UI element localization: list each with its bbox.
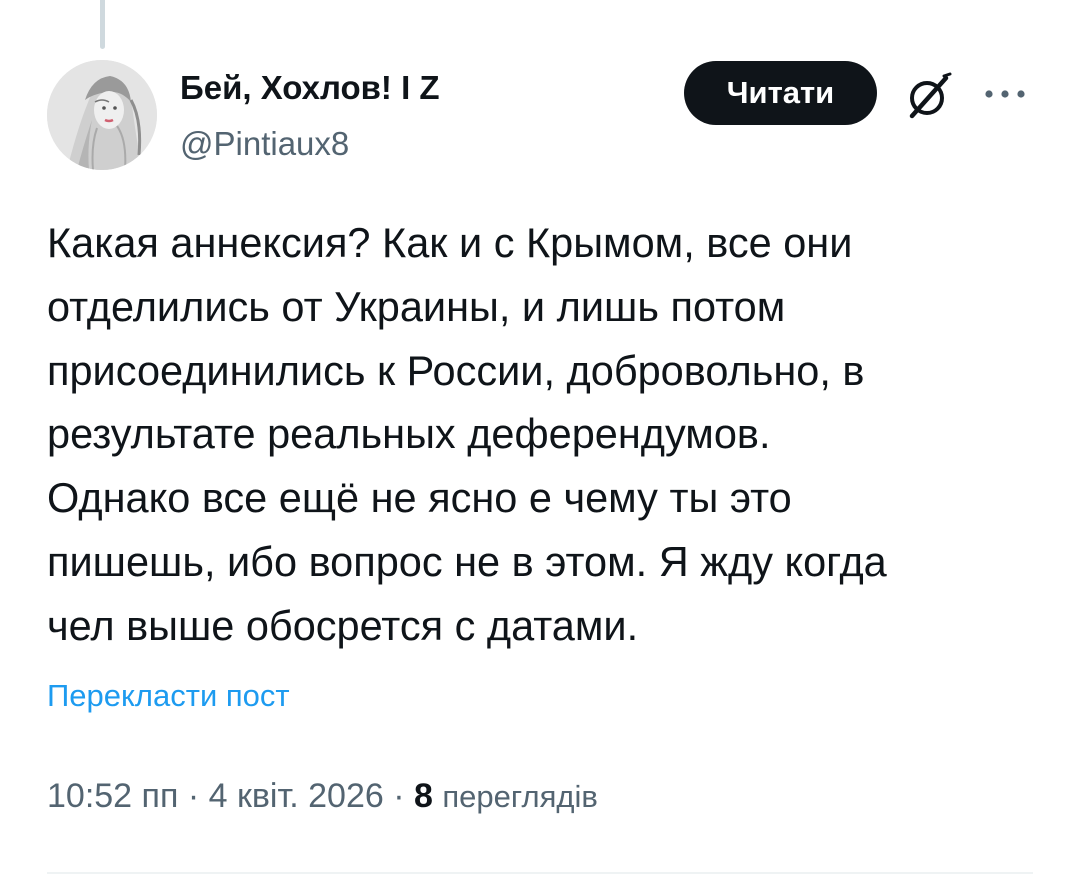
tweet-meta: 10:52 пп · 4 квіт. 2026 · 8 переглядів [47, 774, 598, 819]
meta-separator: · [187, 777, 200, 815]
more-horizontal-icon[interactable] [982, 84, 1028, 104]
tweet-text-line: результате реальных деферендумов. [47, 410, 771, 458]
tweet-text-line: отделились от Украины, и лишь потом [47, 282, 786, 330]
tweet-text-line: Какая аннексия? Как и с Крымом, все они [47, 219, 853, 266]
sketch-portrait-avatar-icon [47, 60, 157, 170]
views-count[interactable]: 8 [414, 777, 433, 815]
tweet-text: Какая аннексия? Как и с Крымом, все они … [47, 211, 1047, 658]
thread-connector-line [100, 0, 105, 49]
tweet-text-line: чел выше обосрется с датами. [47, 601, 639, 649]
author-handle[interactable]: @Pintiaux8 [180, 124, 349, 164]
tweet-text-line: Однако все ещё не ясно е чему ты это [47, 474, 792, 522]
post-time[interactable]: 10:52 пп [47, 777, 178, 815]
tweet-text-line: пишешь, ибо вопрос не в этом. Я жду когд… [47, 537, 887, 585]
avatar[interactable] [47, 60, 157, 170]
author-display-name[interactable]: Бей, Хохлов! I Z [180, 68, 440, 108]
views-label[interactable]: переглядів [442, 779, 597, 814]
meta-separator: · [393, 777, 405, 815]
tweet-text-line: присоединились к России, добровольно, в [47, 346, 865, 394]
grok-icon[interactable] [900, 70, 958, 122]
translate-post-link[interactable]: Перекласти пост [47, 676, 290, 716]
post-date[interactable]: 4 квіт. 2026 [209, 777, 384, 815]
follow-button[interactable]: Читати [684, 61, 877, 125]
divider [47, 872, 1033, 874]
